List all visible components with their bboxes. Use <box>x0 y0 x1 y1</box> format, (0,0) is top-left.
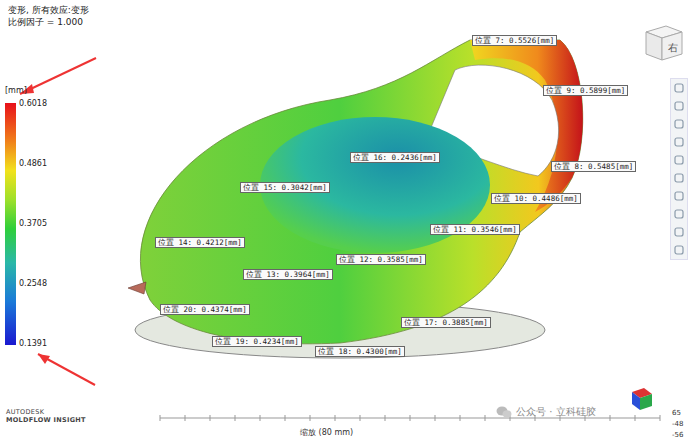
coordinate-value: -56 <box>672 430 683 441</box>
probe-label[interactable]: 位置 9: 0.5899[mm] <box>543 85 628 96</box>
result-viewport[interactable]: 变形, 所有效应:变形比例因子 = 1.000 [mm] 0.6018 0.4861 0… <box>0 0 692 444</box>
brand-product: MOLDFLOW INSIGHT <box>6 416 86 424</box>
tool-icon[interactable] <box>673 136 685 148</box>
scale-label: 缩放 (80 mm) <box>300 428 353 438</box>
tool-icon[interactable] <box>673 172 685 184</box>
probe-label[interactable]: 位置 15: 0.3042[mm] <box>240 182 330 193</box>
view-cube-icon[interactable]: 右 <box>638 18 688 64</box>
axis-triad-icon <box>624 382 658 416</box>
probe-label[interactable]: 位置 18: 0.4300[mm] <box>315 346 405 357</box>
tool-icon[interactable] <box>673 100 685 112</box>
probe-label[interactable]: 位置 19: 0.4234[mm] <box>212 336 302 347</box>
legend-tick: 0.4861 <box>19 159 47 169</box>
svg-text:右: 右 <box>668 42 678 53</box>
probe-label[interactable]: 位置 13: 0.3964[mm] <box>243 269 333 280</box>
title-line: 变形, 所有效应:变形 <box>8 4 89 16</box>
legend-tick: 0.6018 <box>19 99 47 109</box>
legend-bar <box>5 103 16 345</box>
tool-icon[interactable] <box>673 208 685 220</box>
tool-icon[interactable] <box>673 190 685 202</box>
tool-icon[interactable] <box>673 244 685 256</box>
tool-icon[interactable] <box>673 118 685 130</box>
legend-tick: 0.1391 <box>19 339 47 349</box>
result-title: 变形, 所有效应:变形比例因子 = 1.000 <box>8 4 89 28</box>
wechat-icon <box>496 405 512 419</box>
coordinate-value: 65 <box>672 408 683 419</box>
brand-company: AUTODESK <box>6 408 86 416</box>
legend-tick: 0.2548 <box>19 279 47 289</box>
title-line: 比例因子 = 1.000 <box>8 16 89 28</box>
probe-label[interactable]: 位置 12: 0.3585[mm] <box>336 254 426 265</box>
probe-label[interactable]: 位置 8: 0.5485[mm] <box>551 161 636 172</box>
brand-logo: AUTODESKMOLDFLOW INSIGHT <box>6 408 86 424</box>
probe-label[interactable]: 位置 14: 0.4212[mm] <box>155 237 245 248</box>
legend-unit: [mm] <box>5 86 47 96</box>
probe-label[interactable]: 位置 17: 0.3885[mm] <box>401 317 491 328</box>
watermark: 公众号 · 立科硅胶 <box>496 405 596 419</box>
color-legend: [mm] 0.6018 0.4861 0.3705 0.2548 0.1391 <box>5 86 47 349</box>
legend-tick: 0.3705 <box>19 219 47 229</box>
probe-label[interactable]: 位置 7: 0.5526[mm] <box>472 35 557 46</box>
part-model[interactable] <box>0 0 692 444</box>
probe-label[interactable]: 位置 16: 0.2436[mm] <box>350 152 440 163</box>
tool-icon[interactable] <box>673 154 685 166</box>
tool-icon[interactable] <box>673 82 685 94</box>
probe-label[interactable]: 位置 11: 0.3546[mm] <box>430 224 520 235</box>
probe-label[interactable]: 位置 20: 0.4374[mm] <box>160 304 250 315</box>
tool-icon[interactable] <box>673 226 685 238</box>
coordinates: 65-48-56 <box>672 408 683 441</box>
view-toolbar <box>670 78 688 260</box>
probe-label[interactable]: 位置 10: 0.4486[mm] <box>491 193 581 204</box>
coordinate-value: -48 <box>672 419 683 430</box>
